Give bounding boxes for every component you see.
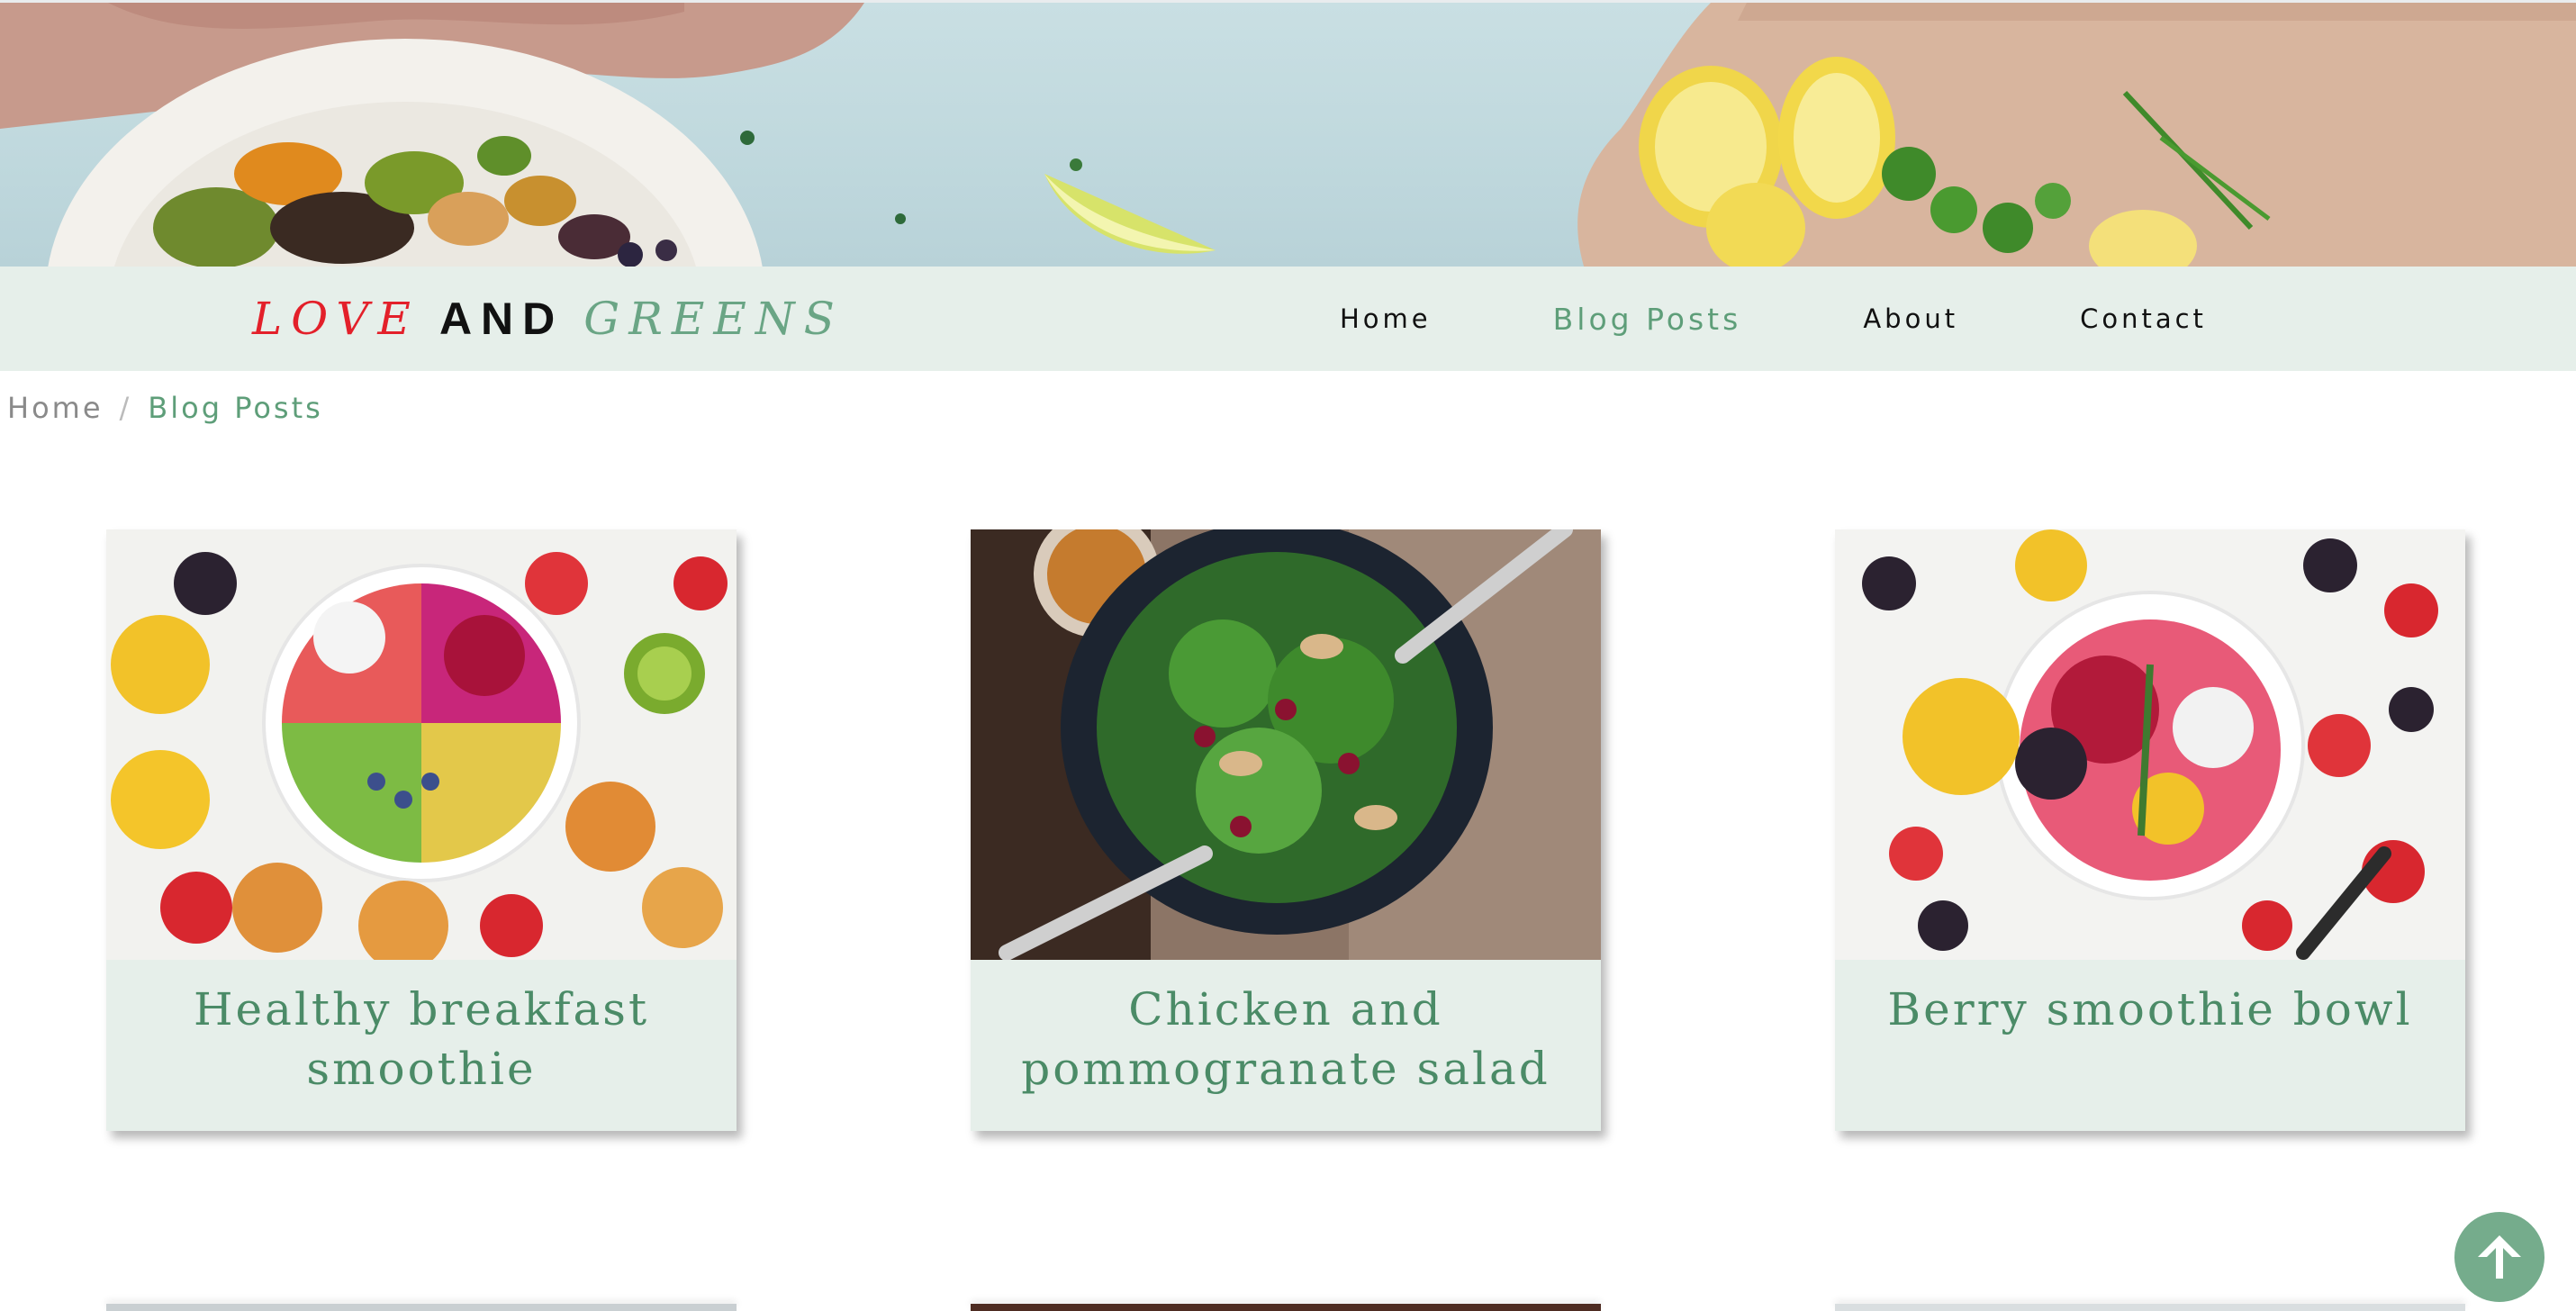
post-card-berry-smoothie-bowl[interactable]: Berry smoothie bowl	[1835, 529, 2465, 1131]
salad-image	[971, 529, 1601, 960]
brand-logo[interactable]: LOVE AND GREENS	[252, 292, 844, 346]
breadcrumb-separator: /	[119, 391, 132, 425]
breadcrumb: Home / Blog Posts	[7, 385, 323, 430]
post-card-image[interactable]	[106, 529, 737, 960]
brand-word-and: AND	[438, 294, 565, 344]
breadcrumb-current: Blog Posts	[148, 391, 323, 425]
nav-link-about[interactable]: About	[1863, 303, 1958, 334]
nav-link-blog-posts[interactable]: Blog Posts	[1553, 302, 1742, 337]
hero-banner	[0, 0, 2576, 269]
top-navbar: LOVE AND GREENS Home Blog Posts About Co…	[0, 267, 2576, 371]
brand-word-greens: GREENS	[583, 293, 844, 345]
back-to-top-button[interactable]	[2454, 1212, 2544, 1302]
brand-word-love: LOVE	[252, 293, 420, 345]
post-card-healthy-breakfast-smoothie[interactable]: Healthy breakfast smoothie	[106, 529, 737, 1131]
nav-link-contact[interactable]: Contact	[2080, 303, 2207, 334]
breadcrumb-home-link[interactable]: Home	[7, 391, 104, 425]
post-card-title[interactable]: Chicken and pommogranate salad	[971, 960, 1601, 1131]
post-card-title[interactable]: Berry smoothie bowl	[1835, 960, 2465, 1131]
arrow-up-icon	[2478, 1235, 2521, 1279]
post-card-image[interactable]	[971, 529, 1601, 960]
main-navigation: Home Blog Posts About Contact	[1340, 267, 2207, 371]
nav-link-home[interactable]: Home	[1340, 303, 1432, 334]
smoothie-bowl-image	[106, 529, 737, 960]
post-card-title[interactable]: Healthy breakfast smoothie	[106, 960, 737, 1131]
hero-food-image	[0, 3, 2576, 269]
post-card-peek[interactable]	[1835, 1304, 2465, 1311]
post-card-image[interactable]	[1835, 529, 2465, 960]
post-card-chicken-pommogranate-salad[interactable]: Chicken and pommogranate salad	[971, 529, 1601, 1131]
post-card-peek[interactable]	[971, 1304, 1601, 1311]
post-card-peek[interactable]	[106, 1304, 737, 1311]
berry-bowl-image	[1835, 529, 2465, 960]
